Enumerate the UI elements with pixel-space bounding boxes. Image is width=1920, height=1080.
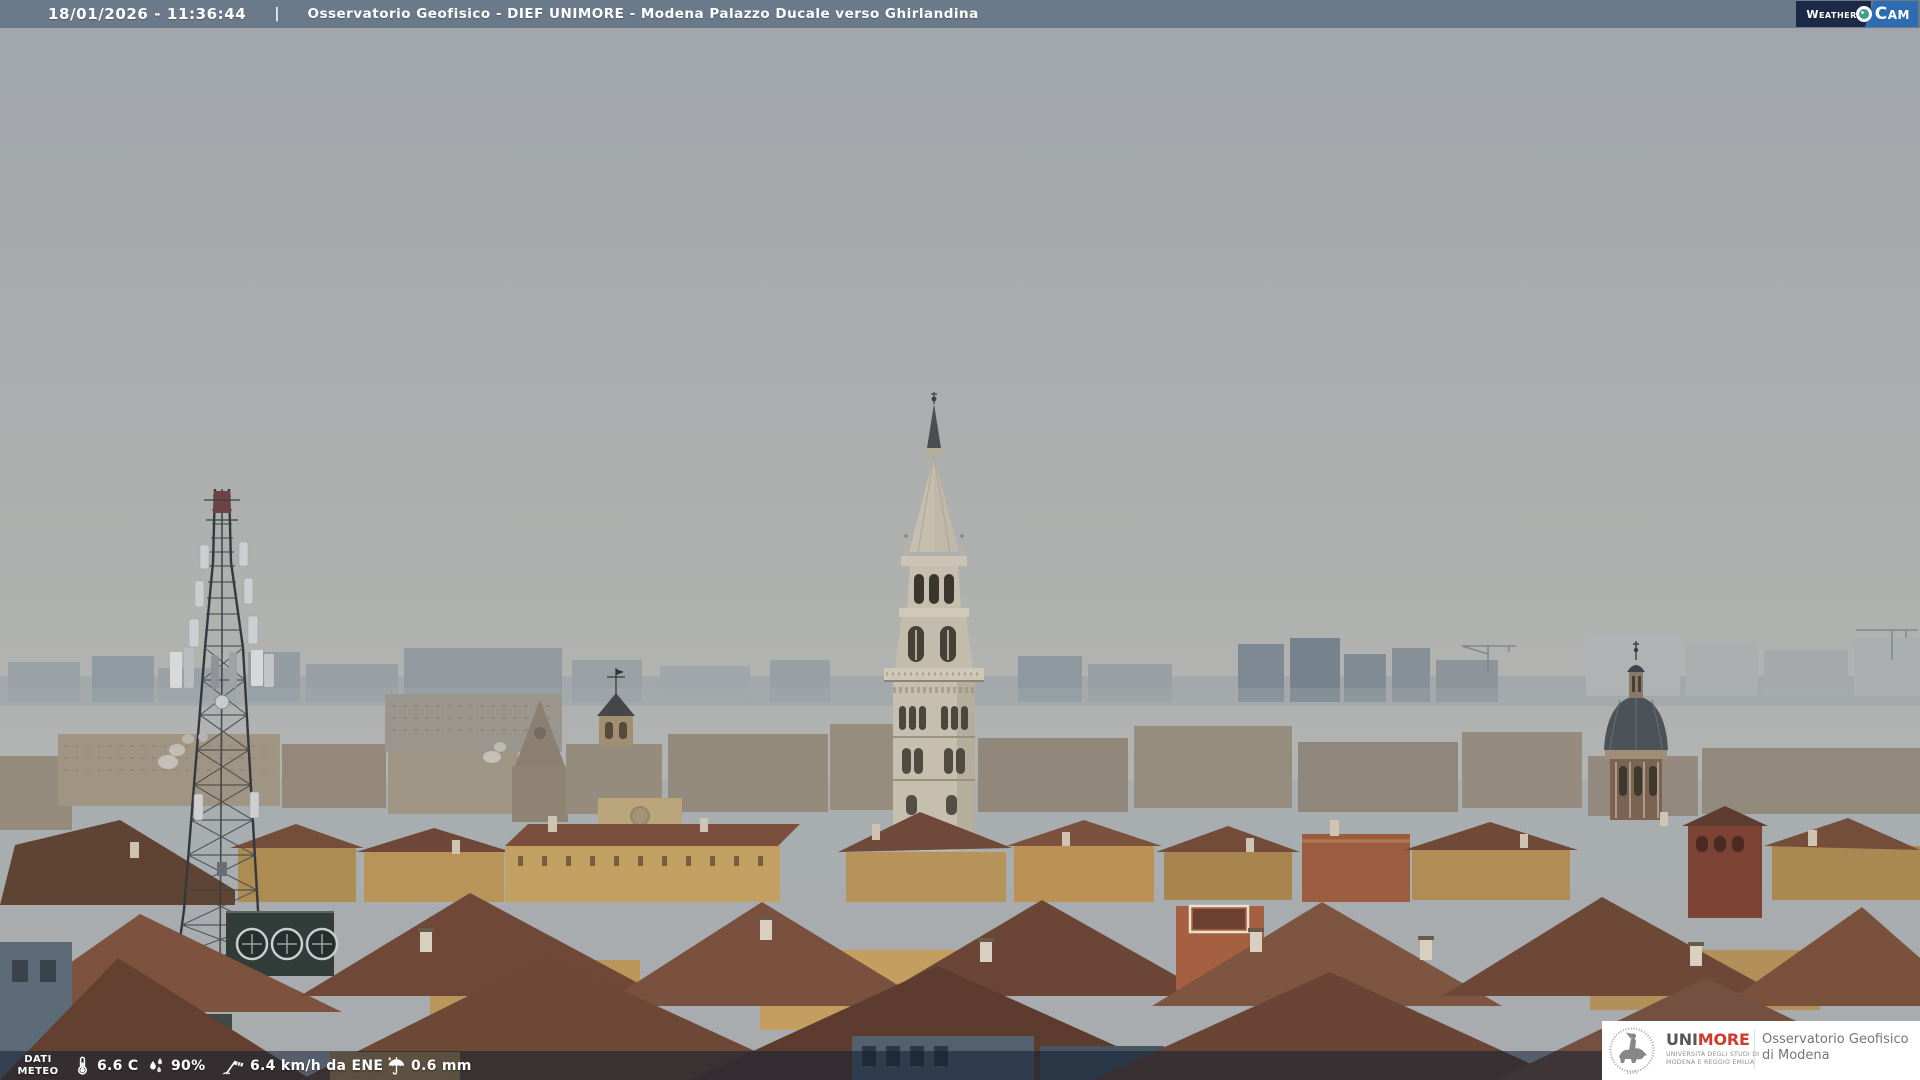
webcam-frame: 18/01/2026 - 11:36:44 | Osservatorio Geo… bbox=[0, 0, 1920, 1080]
weathercam-logo: Weather Cam bbox=[1796, 1, 1918, 27]
svg-text:1175: 1175 bbox=[1626, 1070, 1638, 1076]
water-drops-icon bbox=[150, 1057, 162, 1072]
thermometer-icon bbox=[78, 1056, 87, 1075]
observatory-name: Osservatorio Geofisico di Modena bbox=[1762, 1032, 1909, 1063]
modena-cityscape-photo bbox=[0, 0, 1920, 1080]
unimore-wordmark: UNIMORE bbox=[1666, 1030, 1750, 1049]
unimore-divider bbox=[1754, 1030, 1755, 1070]
title-bar: 18/01/2026 - 11:36:44 | Osservatorio Geo… bbox=[0, 0, 1920, 28]
title-separator: | bbox=[274, 6, 280, 22]
weather-data-label: DATI METEO bbox=[17, 1054, 59, 1077]
unimore-seal-icon: 1175 bbox=[1609, 1027, 1655, 1076]
windsock-icon bbox=[223, 1060, 244, 1074]
weathercam-logo-cam: Cam bbox=[1864, 1, 1918, 27]
umbrella-rain-icon bbox=[388, 1056, 405, 1075]
unimore-university-caption: UNIVERSITÀ DEGLI STUDI DI MODENA E REGGI… bbox=[1666, 1051, 1760, 1066]
wind-reading: 6.4 km/h da ENE bbox=[222, 1051, 383, 1080]
webcam-title: Osservatorio Geofisico - DIEF UNIMORE - … bbox=[307, 6, 979, 22]
unimore-branding: 1175 UNIMORE UNIVERSITÀ DEGLI STUDI DI M… bbox=[1602, 1021, 1920, 1080]
timestamp: 18/01/2026 - 11:36:44 bbox=[48, 5, 247, 23]
humidity-reading: 90% bbox=[146, 1051, 205, 1080]
temperature-reading: 6.6 C bbox=[72, 1051, 138, 1080]
rain-reading: 0.6 mm bbox=[386, 1051, 472, 1080]
